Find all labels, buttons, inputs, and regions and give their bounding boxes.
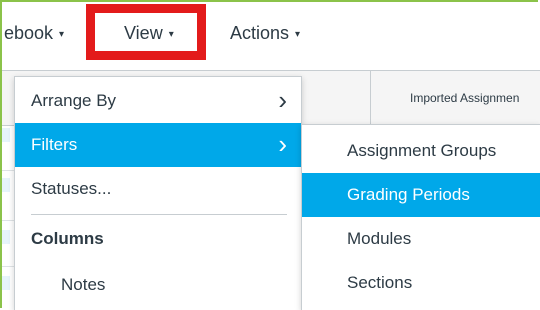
caret-down-icon: ▾ (59, 29, 65, 40)
column-header-imported-assignments[interactable]: Imported Assignmen (410, 91, 540, 105)
chevron-right-icon: › (278, 129, 287, 159)
submenu-item-label: Assignment Groups (347, 141, 497, 160)
menu-separator (31, 214, 287, 215)
menu-item-notes[interactable]: Notes (15, 263, 301, 307)
gradebook-menu-tab[interactable]: ebook ▾ (4, 23, 64, 44)
submenu-item-modules[interactable]: Modules (302, 217, 540, 261)
view-dropdown-menu: Arrange By › Filters › Statuses... Colum… (14, 76, 302, 310)
gradebook-menu-label: ebook (4, 23, 54, 43)
gradebook-menubar: ebook ▾ View ▾ Actions ▾ (0, 0, 540, 70)
menu-item-filters[interactable]: Filters › (15, 123, 301, 167)
caret-down-icon: ▾ (295, 29, 301, 40)
submenu-item-label: Sections (347, 273, 413, 292)
menu-item-statuses[interactable]: Statuses... (15, 167, 301, 211)
submenu-item-grading-periods[interactable]: Grading Periods (302, 173, 540, 217)
row-stub (2, 128, 10, 142)
view-highlight-box (86, 4, 206, 60)
submenu-item-sections[interactable]: Sections (302, 261, 540, 305)
row-stub (2, 230, 10, 244)
menu-item-label: Notes (61, 275, 106, 294)
row-stub (2, 178, 10, 192)
actions-menu-tab[interactable]: Actions ▾ (230, 23, 300, 44)
chevron-right-icon: › (278, 85, 287, 115)
actions-menu-label: Actions (230, 23, 290, 43)
menu-heading-label: Columns (31, 229, 104, 248)
submenu-item-assignment-groups[interactable]: Assignment Groups (302, 129, 540, 173)
menu-item-label: Filters (31, 135, 78, 154)
filters-submenu: Assignment Groups Grading Periods Module… (301, 124, 540, 310)
submenu-item-label: Grading Periods (347, 185, 470, 204)
row-stub (2, 276, 10, 290)
menu-item-label: Statuses... (31, 179, 112, 198)
column-divider (370, 71, 371, 127)
submenu-item-label: Modules (347, 229, 412, 248)
menu-item-label: Arrange By (31, 91, 117, 110)
menu-item-arrange-by[interactable]: Arrange By › (15, 79, 301, 123)
menu-heading-columns: Columns (15, 217, 301, 261)
